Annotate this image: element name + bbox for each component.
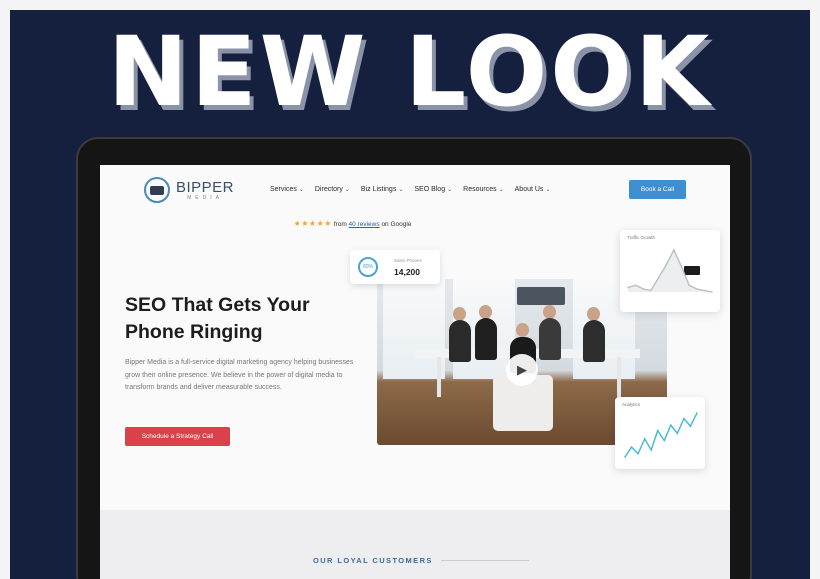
- chart-point: [642, 288, 645, 290]
- office-sign: [517, 287, 565, 305]
- nav-item-about-us[interactable]: About Us ⌄: [515, 186, 551, 193]
- team-member: [449, 320, 471, 362]
- chart-point: [680, 265, 683, 268]
- schedule-call-button[interactable]: Schedule a Strategy Call: [125, 427, 230, 446]
- main-nav: Services ⌄ Directory ⌄ Biz Listings ⌄ SEO Blog…: [270, 186, 550, 193]
- nav-item-label: Directory: [314, 186, 343, 193]
- progress-ring-icon: 80%: [358, 257, 378, 277]
- chart-point: [711, 291, 713, 293]
- chart-point: [657, 276, 660, 279]
- chart-point: [637, 452, 639, 455]
- hero-title: SEO That Gets Your Phone Ringing: [125, 292, 355, 347]
- traffic-chart: [627, 248, 713, 293]
- promo-banner: NEW LOOK BIPPER MEDIA Services ⌄ Directory…: [10, 10, 810, 579]
- chart-point: [624, 456, 626, 458]
- chart-point: [643, 438, 646, 440]
- chevron-down-icon: ⌄: [545, 187, 551, 193]
- nav-item-label: Biz Listings: [360, 186, 397, 193]
- team-member: [583, 320, 605, 362]
- customers-section: [100, 510, 730, 579]
- chart-point: [634, 284, 637, 287]
- chevron-down-icon: ⌄: [398, 187, 404, 193]
- chart-point: [696, 412, 698, 414]
- nav-item-services[interactable]: Services ⌄: [270, 186, 304, 193]
- headline: NEW LOOK: [107, 16, 713, 128]
- chevron-down-icon: ⌄: [344, 187, 350, 193]
- nav-item-label: SEO Blog: [414, 186, 446, 193]
- chart-point: [665, 264, 667, 266]
- chevron-down-icon: ⌄: [498, 187, 504, 193]
- hero-description: Bipper Media is a full-service digital m…: [125, 359, 354, 392]
- chart-point: [703, 289, 706, 292]
- chart-point: [650, 289, 652, 292]
- section-heading: OUR LOYAL CUSTOMERS: [313, 556, 433, 565]
- nav-item-seo-blog[interactable]: SEO Blog ⌄: [414, 186, 452, 193]
- play-icon[interactable]: ▶: [506, 354, 538, 386]
- chart-point: [656, 429, 659, 432]
- stat-label: Sales Phones: [394, 258, 422, 263]
- chart-point: [688, 284, 690, 287]
- chart-line: [624, 412, 698, 458]
- traffic-card: Traffic Growth: [620, 230, 720, 312]
- chart-point: [683, 417, 685, 420]
- team-member: [539, 318, 561, 360]
- nav-item-label: Resources: [463, 186, 497, 193]
- team-member: [475, 318, 497, 360]
- logo[interactable]: BIPPER MEDIA: [144, 177, 234, 203]
- logo-name: BIPPER: [176, 178, 235, 196]
- chart-point: [663, 439, 666, 442]
- stat-value: 14,200: [394, 267, 420, 277]
- chart-point: [673, 249, 675, 251]
- google-rating: ★★★★★ from 40 reviews on Google: [100, 219, 605, 228]
- book-call-button[interactable]: Book a Call: [629, 180, 686, 199]
- rating-stars-icon: ★★★★★: [293, 219, 332, 228]
- analytics-card: Analytics: [615, 397, 705, 469]
- chart-point: [689, 425, 692, 427]
- nav-item-label: About Us: [514, 186, 544, 193]
- logo-sub: MEDIA: [187, 194, 223, 201]
- reviews-link[interactable]: 40 reviews: [349, 221, 380, 228]
- chevron-down-icon: ⌄: [447, 187, 453, 193]
- laptop-mockup: BIPPER MEDIA Services ⌄ Directory ⌄ Biz List…: [76, 137, 752, 579]
- nav-item-resources[interactable]: Resources ⌄: [463, 186, 504, 193]
- nav-item-directory[interactable]: Directory ⌄: [315, 186, 350, 193]
- website-screen: BIPPER MEDIA Services ⌄ Directory ⌄ Biz List…: [100, 165, 730, 579]
- nav-item-biz-listings[interactable]: Biz Listings ⌄: [361, 186, 403, 193]
- chart-point: [670, 424, 672, 426]
- heading-divider: [441, 560, 529, 561]
- analytics-chart: [624, 412, 698, 458]
- hero-title-line1: SEO That Gets Your: [125, 294, 310, 316]
- rating-prefix: from: [333, 221, 347, 228]
- stat-card: 80% Sales Phones 14,200: [350, 250, 440, 284]
- hero-title-line2: Phone Ringing: [125, 321, 263, 344]
- nav-item-label: Services: [270, 186, 297, 193]
- chart-point: [627, 286, 629, 289]
- chevron-down-icon: ⌄: [298, 187, 304, 193]
- rating-suffix: on Google: [381, 221, 412, 228]
- logo-mark-icon: [144, 177, 170, 203]
- chart-point: [630, 446, 633, 448]
- chart-point: [695, 288, 698, 290]
- site-header: BIPPER MEDIA Services ⌄ Directory ⌄ Biz List…: [100, 165, 730, 211]
- chart-point: [650, 449, 652, 451]
- chart-point: [676, 432, 679, 435]
